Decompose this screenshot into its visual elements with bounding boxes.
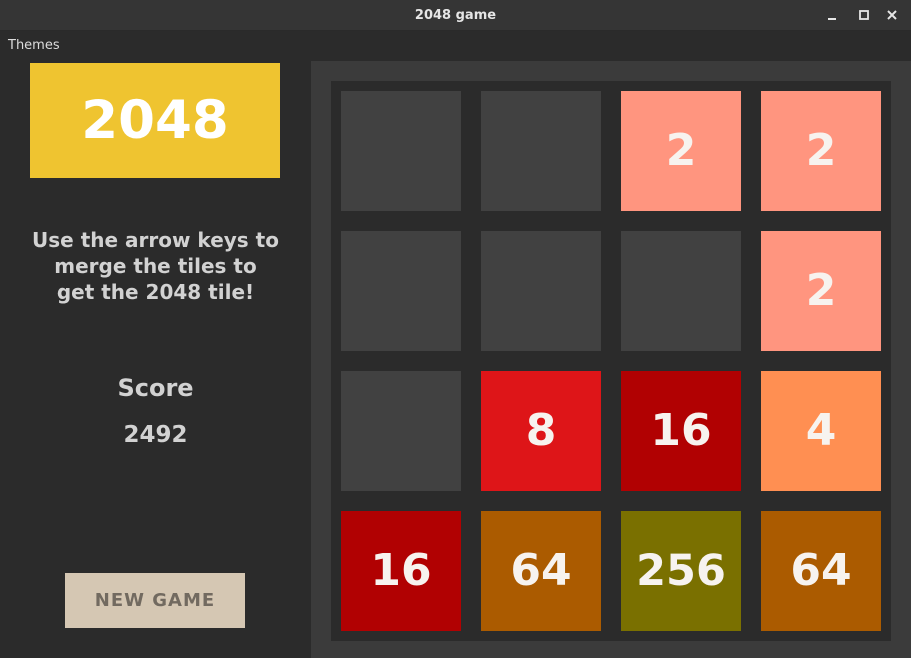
tile-16: 16: [341, 511, 461, 631]
empty-tile: [621, 231, 741, 351]
instructions-text: Use the arrow keys to merge the tiles to…: [0, 227, 311, 305]
tile-16: 16: [621, 371, 741, 491]
empty-tile: [481, 91, 601, 211]
empty-tile: [341, 91, 461, 211]
tile-2: 2: [761, 91, 881, 211]
tile-2: 2: [761, 231, 881, 351]
game-logo: 2048: [30, 63, 280, 178]
close-icon[interactable]: [883, 6, 901, 24]
window-title: 2048 game: [414, 8, 497, 23]
title-bar: 2048 game: [0, 0, 911, 31]
tile-8: 8: [481, 371, 601, 491]
menu-bar: Themes: [0, 31, 911, 59]
menu-themes[interactable]: Themes: [8, 38, 60, 54]
maximize-icon[interactable]: [855, 6, 873, 24]
new-game-button[interactable]: NEW GAME: [65, 573, 245, 628]
board-panel: 2 2 2 8 16 4 16 64 256 64: [311, 61, 911, 658]
empty-tile: [341, 371, 461, 491]
minimize-icon[interactable]: [823, 6, 841, 24]
score-label: Score: [117, 374, 194, 402]
tile-256: 256: [621, 511, 741, 631]
tile-64: 64: [761, 511, 881, 631]
tile-64: 64: [481, 511, 601, 631]
side-panel: 2048 Use the arrow keys to merge the til…: [0, 59, 311, 658]
instructions-line: merge the tiles to: [54, 254, 257, 278]
game-board: 2 2 2 8 16 4 16 64 256 64: [331, 81, 891, 641]
empty-tile: [481, 231, 601, 351]
instructions-line: Use the arrow keys to: [32, 228, 279, 252]
empty-tile: [341, 231, 461, 351]
tile-4: 4: [761, 371, 881, 491]
score-value: 2492: [123, 422, 188, 448]
tile-2: 2: [621, 91, 741, 211]
instructions-line: get the 2048 tile!: [56, 280, 255, 304]
